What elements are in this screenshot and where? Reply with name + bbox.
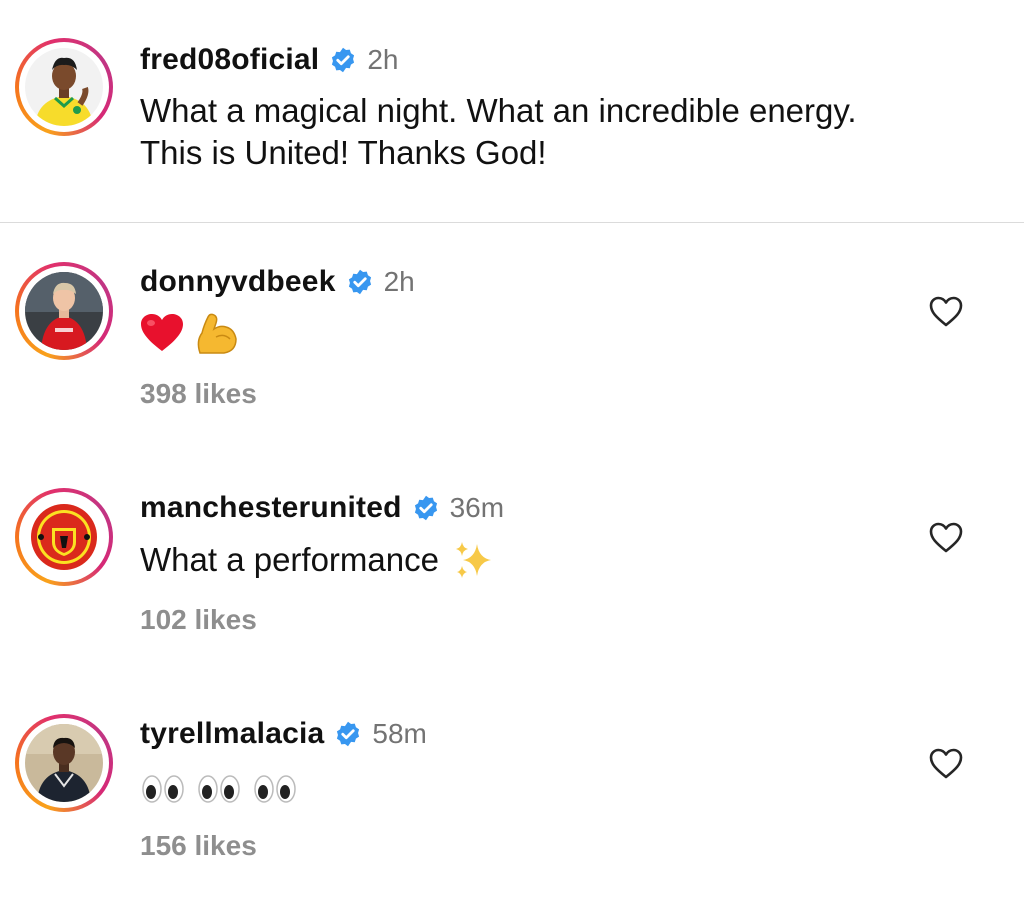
story-ring[interactable] <box>15 38 113 136</box>
likes-count[interactable]: 398 likes <box>140 378 257 410</box>
flexed-biceps-emoji-icon <box>194 311 238 355</box>
comment-text-content: What a performance <box>140 541 439 578</box>
eyes-emoji-icon <box>252 773 298 805</box>
like-heart-icon[interactable] <box>928 294 964 330</box>
story-ring[interactable] <box>15 488 113 586</box>
post-caption: fred08oficial 2h What a magical night. W… <box>0 0 1024 223</box>
comment-text <box>140 310 248 355</box>
comment-item: donnyvdbeek 2h 398 likes <box>0 222 1024 448</box>
sparkles-emoji-icon <box>451 538 495 582</box>
comment-header: tyrellmalacia 58m <box>140 714 427 754</box>
story-ring[interactable] <box>15 262 113 360</box>
comment-text <box>140 766 308 808</box>
post-time: 2h <box>367 44 399 75</box>
comment-time: 36m <box>449 492 505 523</box>
avatar-player-red-jersey-icon <box>25 272 103 350</box>
caption-line: What a magical night. What an incredible… <box>140 92 857 129</box>
verified-badge-icon <box>346 268 374 296</box>
avatar[interactable] <box>25 724 103 802</box>
caption-line: This is United! Thanks God! <box>140 134 547 171</box>
eyes-emoji-icon <box>140 773 186 805</box>
likes-count[interactable]: 102 likes <box>140 604 257 636</box>
verified-badge-icon <box>334 720 362 748</box>
avatar-player-yellow-jersey-icon <box>25 48 103 126</box>
avatar-player-dark-jacket-icon <box>25 724 103 802</box>
comment-header: donnyvdbeek 2h <box>140 262 415 302</box>
red-heart-emoji-icon <box>140 313 184 353</box>
comment-text: What a performance <box>140 538 505 582</box>
comment-time: 2h <box>383 266 415 297</box>
eyes-emoji-icon <box>196 773 242 805</box>
comment-username[interactable]: donnyvdbeek <box>140 265 336 299</box>
story-ring[interactable] <box>15 714 113 812</box>
post-caption-text: What a magical night. What an incredible… <box>140 90 857 174</box>
comment-header: manchesterunited 36m <box>140 488 504 528</box>
comment-item: tyrellmalacia 58m 156 likes <box>0 674 1024 900</box>
verified-badge-icon <box>412 494 440 522</box>
comment-time: 58m <box>372 718 427 749</box>
post-header: fred08oficial 2h <box>140 40 399 80</box>
verified-badge-icon <box>329 46 357 74</box>
comment-username[interactable]: tyrellmalacia <box>140 717 324 751</box>
avatar[interactable] <box>25 48 103 126</box>
comments-screen: fred08oficial 2h What a magical night. W… <box>0 0 1024 918</box>
comment-item: manchesterunited 36m What a performance … <box>0 448 1024 674</box>
avatar[interactable] <box>25 272 103 350</box>
comment-username[interactable]: manchesterunited <box>140 491 402 525</box>
avatar[interactable] <box>25 498 103 576</box>
post-username[interactable]: fred08oficial <box>140 43 319 77</box>
manchester-united-crest-icon <box>25 498 103 576</box>
likes-count[interactable]: 156 likes <box>140 830 257 862</box>
like-heart-icon[interactable] <box>928 520 964 556</box>
like-heart-icon[interactable] <box>928 746 964 782</box>
